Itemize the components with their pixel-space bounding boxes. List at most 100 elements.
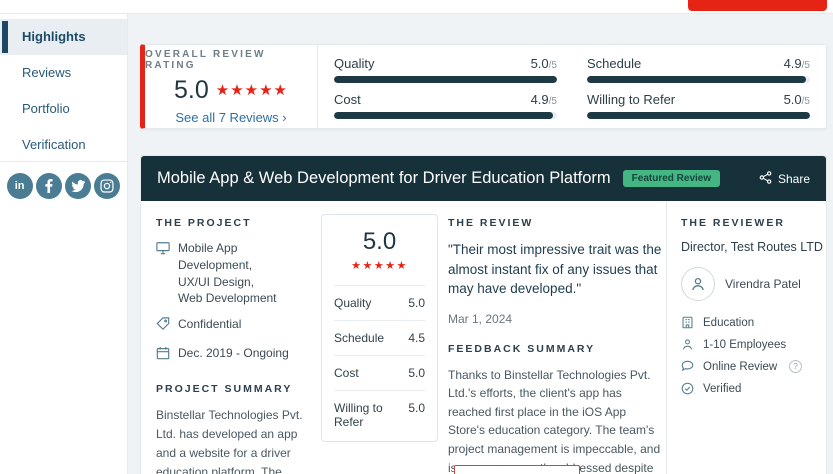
review-card-body: THE PROJECT Mobile App Development, UX/U… [141, 201, 826, 474]
project-budget-text: Confidential [178, 316, 241, 336]
feedback-summary-heading: FEEDBACK SUMMARY [448, 343, 662, 355]
rating-row-label: Cost [334, 366, 359, 380]
sidebar-nav: Highlights Reviews Portfolio Verificatio… [0, 14, 127, 163]
metric-schedule: Schedule 4.9/5 [587, 56, 810, 83]
twitter-icon[interactable] [65, 173, 91, 199]
linkedin-icon[interactable]: in [7, 173, 33, 199]
review-type-icon [681, 360, 694, 373]
reviewer-review-type-label: 1-10 Employees [703, 339, 786, 351]
rating-row-willing-to-refer: Willing to Refer5.0 [334, 390, 425, 439]
sidebar-item-label: Highlights [22, 29, 86, 44]
sidebar-item-highlights[interactable]: Highlights [0, 19, 127, 55]
reviewer-industry-label: Education [703, 317, 754, 329]
metric-bar [334, 112, 557, 119]
metric-value: 4.9 [784, 56, 802, 71]
project-services: Mobile App Development, UX/UI Design, We… [156, 240, 311, 307]
verified-icon [681, 382, 694, 395]
share-label: Share [778, 172, 810, 186]
metric-label: Quality [334, 56, 374, 71]
metric-value: 5.0 [784, 92, 802, 107]
rating-row-label: Willing to Refer [334, 401, 408, 429]
project-summary-heading: PROJECT SUMMARY [156, 383, 311, 395]
project-heading: THE PROJECT [156, 217, 311, 229]
share-button[interactable]: Share [759, 171, 810, 187]
rating-row-schedule: Schedule 4.5 [334, 320, 425, 355]
employees-icon [681, 338, 694, 351]
review-date: Mar 1, 2024 [448, 312, 662, 326]
metric-bar [334, 76, 557, 83]
star-rating-icons: ★★★★★ [216, 81, 288, 99]
sidebar-item-label: Portfolio [22, 101, 70, 116]
sidebar-item-label: Verification [22, 137, 86, 152]
review-score: 5.0 [334, 228, 425, 256]
sidebar-item-label: Reviews [22, 65, 71, 80]
metric-bar [587, 76, 810, 83]
reviewer-industry: Education [681, 316, 829, 329]
metric-max: /5 [802, 60, 810, 71]
project-column: THE PROJECT Mobile App Development, UX/U… [156, 217, 311, 474]
review-title: Mobile App & Web Development for Driver … [157, 169, 611, 188]
metric-label: Willing to Refer [587, 92, 675, 107]
overall-rating-card: OVERALL REVIEW RATING 5.0 ★★★★★ See all … [140, 44, 827, 129]
sidebar-item-reviews[interactable]: Reviews [0, 55, 127, 91]
budget-tag-icon [156, 317, 170, 336]
page: Highlights Reviews Portfolio Verificatio… [0, 0, 833, 474]
read-full-review-button[interactable] [454, 465, 580, 474]
divider [666, 201, 667, 474]
rating-row-label: Schedule [334, 331, 384, 345]
overall-rating-summary: OVERALL REVIEW RATING 5.0 ★★★★★ See all … [145, 45, 317, 128]
rating-metrics: Quality5.0/5 Schedule4.9/5 Cost4.9/5 Wil… [318, 45, 826, 128]
reviewer-review-type: Online Review ? [681, 360, 829, 373]
facebook-icon[interactable] [36, 173, 62, 199]
calendar-icon [156, 346, 170, 365]
metric-value: 4.9 [531, 92, 549, 107]
rating-row-label: Quality [334, 296, 371, 310]
featured-review-badge: Featured Review [623, 170, 720, 187]
metric-max: /5 [549, 60, 557, 71]
reviewer-role: Director, Test Routes LTD [681, 240, 829, 254]
reviewer-employees: 1-10 Employees [681, 338, 829, 351]
metric-max: /5 [802, 96, 810, 107]
metric-willing-to-refer: Willing to Refer 5.0/5 [587, 92, 810, 119]
share-icon [759, 171, 772, 187]
sidebar: Highlights Reviews Portfolio Verificatio… [0, 14, 128, 474]
review-heading: THE REVIEW [448, 217, 662, 229]
sidebar-item-portfolio[interactable]: Portfolio [0, 91, 127, 127]
metric-bar [587, 112, 810, 119]
metric-quality: Quality5.0/5 [334, 56, 557, 83]
review-card-header: Mobile App & Web Development for Driver … [141, 156, 826, 201]
metric-cost: Cost 4.9/5 [334, 92, 557, 119]
project-summary-text: Binstellar Technologies Pvt. Ltd. has de… [156, 406, 311, 474]
reviewer-column: THE REVIEWER Director, Test Routes LTD V… [681, 217, 829, 404]
reviewer-verified: Verified [681, 382, 829, 395]
overall-rating-heading: OVERALL REVIEW RATING [145, 49, 317, 71]
rating-row-value: 5.0 [408, 296, 425, 310]
top-bar [0, 0, 833, 14]
rating-row-cost: Cost5.0 [334, 355, 425, 390]
social-links: in [0, 161, 127, 210]
review-column: THE REVIEW "Their most impressive trait … [448, 217, 662, 474]
reviewer-review-type-label: Online Review [703, 361, 777, 373]
review-quote: "Their most impressive trait was the alm… [448, 240, 662, 299]
rating-row-quality: Quality 5.0 [334, 285, 425, 320]
project-budget: Confidential [156, 316, 311, 336]
project-timeline: Dec. 2019 - Ongoing [156, 345, 311, 365]
rating-row-value: 4.5 [408, 331, 425, 345]
reviewer-name: Virendra Patel [725, 277, 801, 291]
reviewer-person: Virendra Patel [681, 267, 829, 301]
top-cta-button[interactable] [688, 0, 827, 11]
services-icon [156, 241, 170, 307]
see-all-reviews-link[interactable]: See all 7 Reviews › [175, 110, 286, 125]
reviewer-heading: THE REVIEWER [681, 217, 829, 229]
project-timeline-text: Dec. 2019 - Ongoing [178, 345, 289, 365]
star-rating-icons: ★★★★★ [334, 259, 425, 272]
sidebar-item-verification[interactable]: Verification [0, 127, 127, 163]
industry-icon [681, 316, 694, 329]
metric-max: /5 [549, 96, 557, 107]
help-icon[interactable]: ? [789, 360, 802, 373]
project-services-text: Mobile App Development, UX/UI Design, We… [178, 240, 311, 307]
instagram-icon[interactable] [94, 173, 120, 199]
metric-label: Cost [334, 92, 361, 107]
metric-label: Schedule [587, 56, 641, 71]
reviewer-verified-label: Verified [703, 383, 741, 395]
